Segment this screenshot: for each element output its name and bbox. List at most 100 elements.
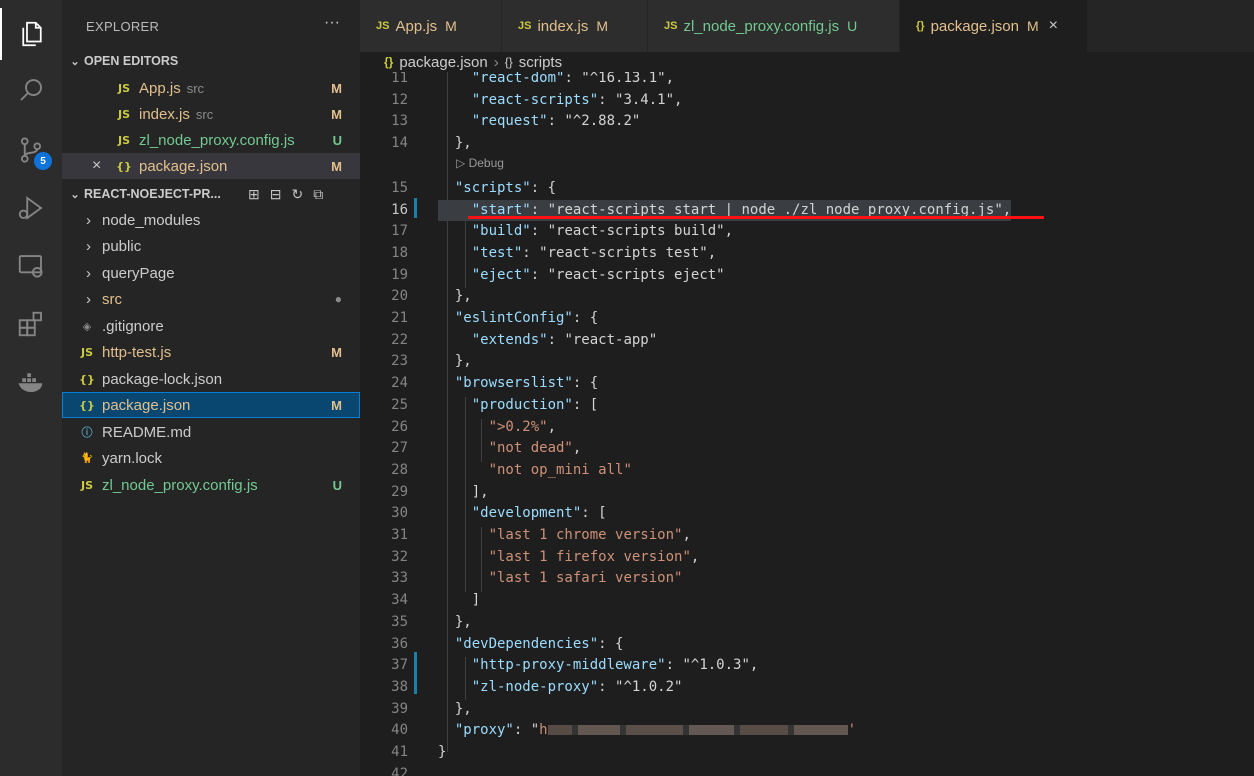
open-editor-item[interactable]: JS App.js src M [62,75,360,101]
explorer-icon[interactable] [0,8,62,60]
code-line[interactable]: 22 "extends": "react-app" [360,330,1254,352]
code-editor[interactable]: 11 "react-dom": "^16.13.1", 12 "react-scr… [360,72,1254,776]
code-line[interactable]: 20 }, [360,286,1254,308]
code-line[interactable]: 38 "zl-node-proxy": "^1.0.2" [360,677,1254,699]
code-line[interactable]: 32 "last 1 firefox version", [360,547,1254,569]
code-text: "last 1 firefox version", [488,548,700,565]
tab-index-js[interactable]: JS index.js M [502,0,648,52]
git-status: U [332,132,342,148]
code-line[interactable]: 13 "request": "^2.88.2" [360,111,1254,133]
code-line[interactable]: 33 "last 1 safari version" [360,568,1254,590]
code-line[interactable]: 21 "eslintConfig": { [360,308,1254,330]
code-line[interactable]: 31 "last 1 chrome version", [360,525,1254,547]
tab-package-json[interactable]: {} package.json M × [900,0,1088,52]
line-number: 14 [391,135,408,152]
more-actions-icon[interactable]: ··· [324,14,340,32]
code-text: "test": "react-scripts test", [471,244,717,261]
tree-file[interactable]: {} package.json M [62,392,360,418]
code-line[interactable]: 42 [360,764,1254,776]
code-line[interactable]: 41} [360,742,1254,764]
breadcrumb-file[interactable]: package.json [399,54,487,71]
code-line[interactable]: 24 "browserslist": { [360,373,1254,395]
tab-app-js[interactable]: JS App.js M [360,0,502,52]
chevron-right-icon: › [86,264,91,282]
open-editor-item[interactable]: JS zl_node_proxy.config.js U [62,127,360,153]
code-line[interactable]: 11 "react-dom": "^16.13.1", [360,72,1254,90]
new-folder-icon[interactable]: ⊟ [270,186,282,203]
search-icon[interactable] [0,64,62,116]
code-line[interactable]: 30 "development": [ [360,503,1254,525]
chevron-down-icon: ⌄ [70,188,80,201]
open-editor-item[interactable]: × {} package.json M [62,153,360,179]
git-status: U [332,477,342,493]
open-editors-header[interactable]: ⌄ OPEN EDITORS [62,49,360,73]
collapse-all-icon[interactable]: ⧉ [313,186,323,203]
debug-codelens[interactable]: ▷ Debug [456,156,504,170]
code-line[interactable]: 12 "react-scripts": "3.4.1", [360,90,1254,112]
line-number: 18 [391,244,408,261]
line-number: 21 [391,310,408,326]
open-editor-dir: src [186,80,205,96]
open-editors-label: OPEN EDITORS [84,54,179,68]
tree-folder[interactable]: › node_modules [62,207,360,233]
close-icon[interactable]: × [92,157,116,175]
tree-file[interactable]: ⓘ README.md [62,419,360,445]
code-line[interactable]: 19 "eject": "react-scripts eject" [360,265,1254,287]
activity-bar: 5 [0,0,62,776]
redacted-value [547,725,848,736]
docker-icon[interactable] [0,356,62,408]
code-line[interactable]: 18 "test": "react-scripts test", [360,243,1254,265]
code-line[interactable]: 37 "http-proxy-middleware": "^1.0.3", [360,655,1254,677]
tree-label: yarn.lock [102,449,163,467]
tree-file[interactable]: JS zl_node_proxy.config.js U [62,472,360,498]
run-debug-icon[interactable] [0,182,62,234]
breadcrumb-symbol[interactable]: scripts [519,54,562,71]
extensions-icon[interactable] [0,298,62,350]
code-text: "production": [ [471,396,599,413]
code-line[interactable]: 28 "not op_mini all" [360,460,1254,482]
code-line[interactable]: 34 ] [360,590,1254,612]
git-status: M [331,397,342,413]
tab-zl-node-proxy-config[interactable]: JS zl_node_proxy.config.js U [648,0,900,52]
code-line[interactable]: 29 ], [360,482,1254,504]
js-file-icon: JS [117,107,130,121]
code-line[interactable]: 14 }, [360,133,1254,155]
open-editor-item[interactable]: JS index.js src M [62,101,360,127]
git-status: M [331,158,342,174]
line-number: 32 [391,548,408,565]
tree-folder[interactable]: › src ● [62,286,360,312]
code-text: "zl-node-proxy": "^1.0.2" [471,678,683,695]
source-control-icon[interactable]: 5 [0,124,62,176]
tab-label: zl_node_proxy.config.js [683,17,840,35]
explorer-sidebar: EXPLORER ··· ⌄ OPEN EDITORS JS App.js sr… [62,0,360,776]
code-line[interactable]: 17 "build": "react-scripts build", [360,221,1254,243]
code-line[interactable]: 39 }, [360,699,1254,721]
open-editor-label: package.json [139,157,228,175]
code-line[interactable]: 36 "devDependencies": { [360,634,1254,656]
code-line[interactable]: 25 "production": [ [360,395,1254,417]
line-number: 40 [391,722,408,739]
tree-file[interactable]: ◈ .gitignore [62,313,360,339]
line-number: 41 [391,744,408,760]
tree-file[interactable]: 🐈 yarn.lock [62,445,360,471]
remote-explorer-icon[interactable] [0,240,62,292]
new-file-icon[interactable]: ⊞ [248,186,260,203]
close-icon[interactable]: × [1049,17,1058,35]
code-line[interactable]: 15 "scripts": { [360,178,1254,200]
line-number: 19 [391,266,408,283]
tree-file[interactable]: {} package-lock.json [62,366,360,392]
code-line[interactable]: 27 "not dead", [360,438,1254,460]
code-line[interactable]: 40 "proxy": "h ' [360,720,1254,742]
code-line[interactable]: 35 }, [360,612,1254,634]
tree-label: .gitignore [102,317,164,335]
code-line[interactable]: 23 }, [360,351,1254,373]
tree-folder[interactable]: › queryPage [62,260,360,286]
code-text: "react-dom": "^16.13.1", [471,72,675,86]
tab-badge: M [1026,18,1039,34]
refresh-icon[interactable]: ↻ [291,186,303,203]
open-editor-label: zl_node_proxy.config.js [139,131,295,149]
code-line[interactable]: 26 ">0.2%", [360,417,1254,439]
tree-file[interactable]: JS http-test.js M [62,339,360,365]
tree-folder[interactable]: › public [62,233,360,259]
code-text: "scripts": { [454,179,557,196]
